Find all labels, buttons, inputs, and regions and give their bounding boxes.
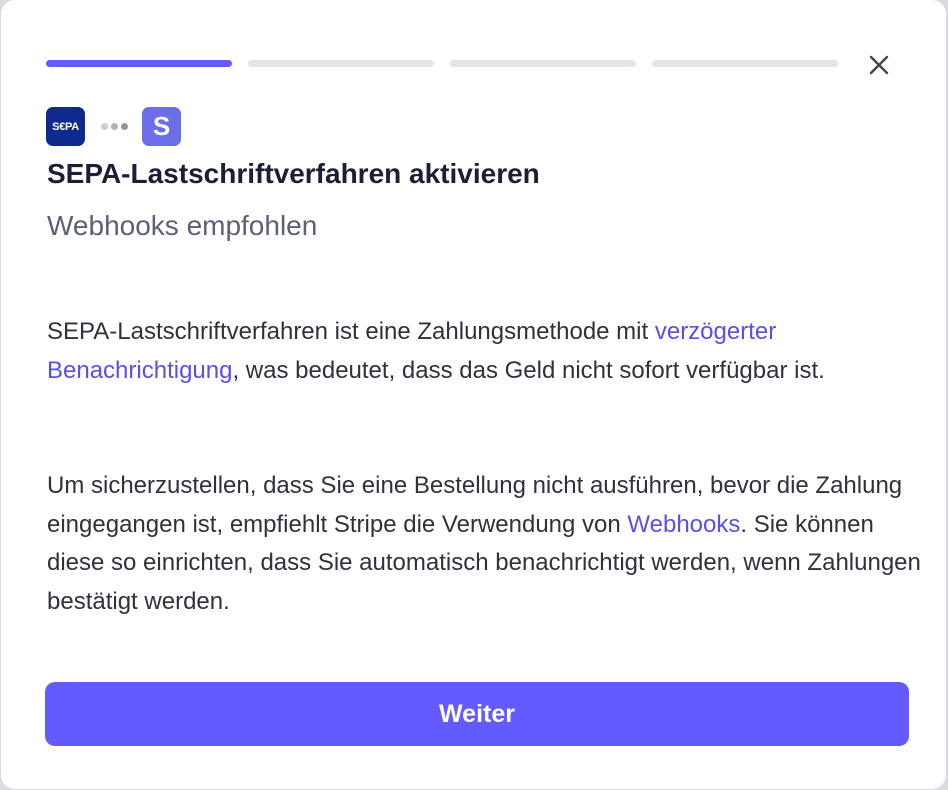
modal-subtitle: Webhooks empfohlen [47,210,318,241]
modal-title: SEPA-Lastschriftverfahren aktivieren [47,158,540,189]
progress-step-4 [652,60,838,67]
stripe-logo: S [142,107,181,146]
continue-button[interactable]: Weiter [45,682,909,746]
progress-step-3 [450,60,636,67]
sepa-logo: S€PA [46,107,85,146]
progress-bar [46,60,838,67]
p1-text-before: SEPA-Lastschriftverfahren ist eine Zahlu… [47,318,655,345]
connection-dots-icon [101,123,128,130]
setup-modal: S€PA S SEPA-Lastschriftverfahren aktivie… [1,0,946,789]
logo-row: S€PA S [46,107,181,146]
progress-step-2 [248,60,434,67]
p1-text-after: , was bedeutet, dass das Geld nicht sofo… [232,356,825,384]
info-paragraph-1: SEPA-Lastschriftverfahren ist eine Zahlu… [47,313,927,390]
progress-step-1 [46,60,232,67]
sepa-logo-text: S€PA [52,120,79,133]
info-paragraph-2: Um sicherzustellen, dass Sie eine Bestel… [47,467,927,621]
close-icon [869,55,889,75]
stripe-logo-text: S [152,111,171,141]
webhooks-link[interactable]: Webhooks [627,511,740,538]
close-button[interactable] [864,50,894,80]
